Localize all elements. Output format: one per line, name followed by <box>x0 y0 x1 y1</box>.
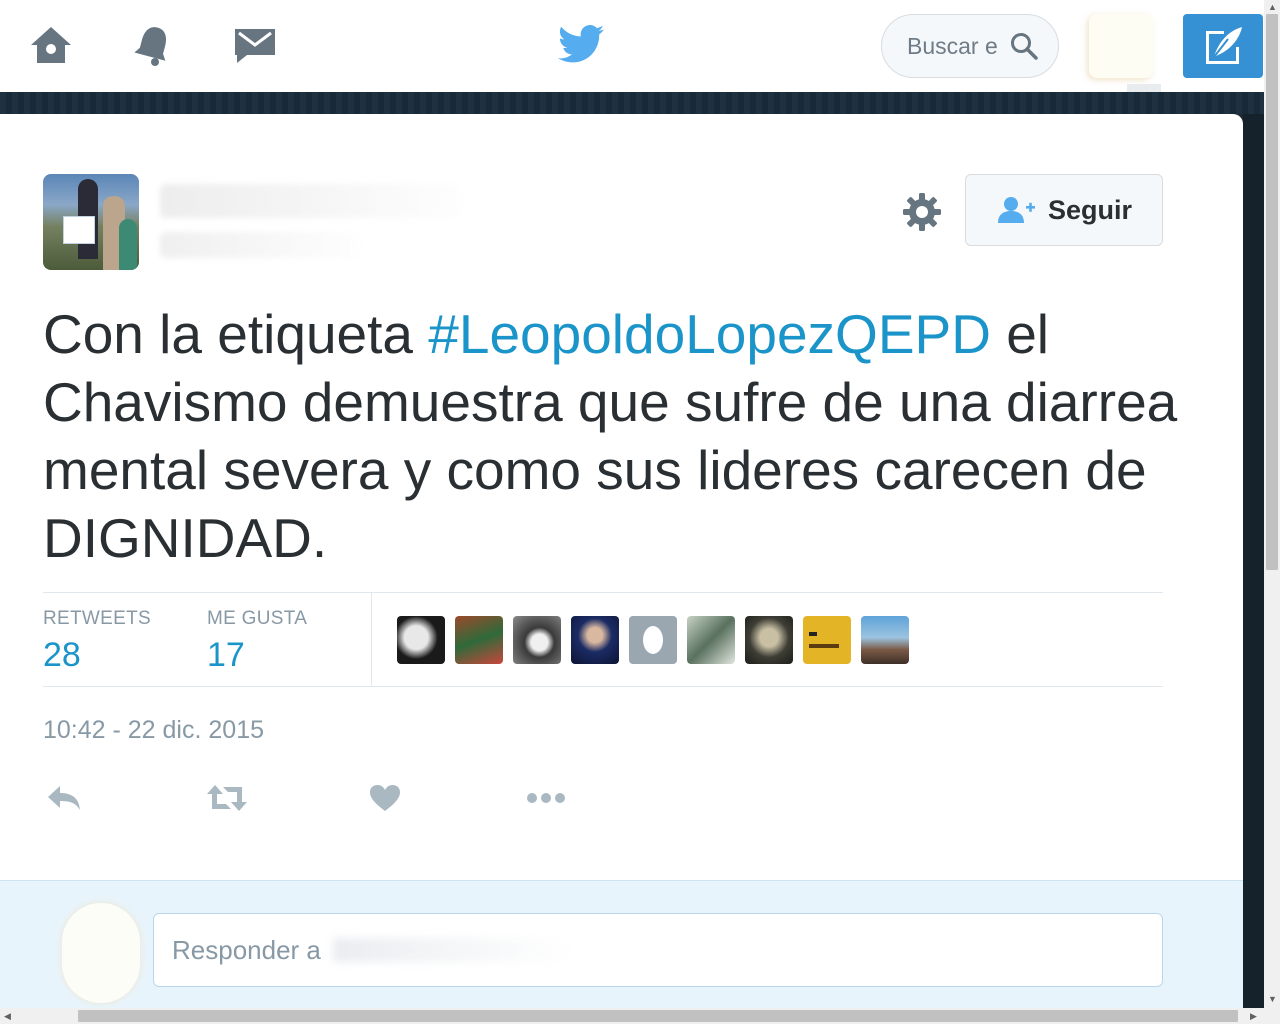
liker-avatar[interactable] <box>861 616 909 664</box>
tweet-card: Seguir Con la etiqueta #LeopoldoLopezQEP… <box>0 114 1243 1008</box>
likes-stat[interactable]: ME GUSTA 17 <box>207 608 307 675</box>
reply-icon[interactable] <box>42 778 86 818</box>
tweet-text: Con la etiqueta #LeopoldoLopezQEPD el Ch… <box>43 300 1183 572</box>
stats-divider-bottom <box>43 686 1163 687</box>
likes-label: ME GUSTA <box>207 608 308 629</box>
search-box[interactable] <box>881 14 1059 78</box>
compose-tweet-button[interactable] <box>1183 14 1263 78</box>
horizontal-scroll-thumb[interactable] <box>78 1010 1238 1022</box>
notifications-icon[interactable] <box>130 22 176 68</box>
reply-input[interactable]: Responder a <box>153 913 1163 987</box>
likes-count: 17 <box>207 636 245 674</box>
author-name-redacted[interactable] <box>160 184 460 218</box>
reply-placeholder: Responder a <box>172 934 321 965</box>
liker-avatar[interactable] <box>803 616 851 664</box>
follow-button-label: Seguir <box>1048 194 1133 225</box>
like-icon[interactable] <box>363 778 407 818</box>
author-handle-redacted[interactable] <box>160 232 360 258</box>
horizontal-scrollbar[interactable]: ◀ ▶ <box>0 1008 1264 1024</box>
retweets-count: 28 <box>43 636 81 674</box>
hashtag-link[interactable]: #LeopoldoLopezQEPD <box>428 303 991 365</box>
twitter-bird-icon[interactable] <box>558 24 604 70</box>
scroll-up-arrow-icon[interactable]: ▲ <box>1268 2 1277 12</box>
liker-avatar[interactable] <box>397 616 445 664</box>
liker-avatar[interactable] <box>745 616 793 664</box>
author-avatar[interactable] <box>43 174 139 270</box>
retweets-stat[interactable]: RETWEETS 28 <box>43 608 151 675</box>
reply-user-avatar <box>62 903 140 1003</box>
search-icon[interactable] <box>1010 32 1038 60</box>
follow-button[interactable]: Seguir <box>965 174 1163 246</box>
stats-divider-vertical <box>371 593 372 686</box>
messages-icon[interactable] <box>232 22 278 68</box>
reply-handle-redacted <box>332 938 573 962</box>
scrollbar-corner <box>1264 1008 1280 1024</box>
top-navigation-bar <box>0 0 1264 106</box>
more-icon[interactable] <box>524 778 568 818</box>
liker-avatar[interactable] <box>571 616 619 664</box>
retweet-icon[interactable] <box>205 778 249 818</box>
search-input[interactable] <box>907 32 1009 60</box>
likers-avatars <box>397 616 909 664</box>
follow-user-icon <box>998 197 1035 223</box>
retweets-label: RETWEETS <box>43 608 151 629</box>
tweet-timestamp[interactable]: 10:42 - 22 dic. 2015 <box>43 716 264 745</box>
scroll-left-arrow-icon[interactable]: ◀ <box>4 1011 11 1022</box>
tweet-text-start: Con la etiqueta <box>43 303 429 365</box>
home-icon[interactable] <box>28 22 74 68</box>
background-rail <box>1243 114 1264 1008</box>
compose-icon <box>1206 27 1242 64</box>
scroll-right-arrow-icon[interactable]: ▶ <box>1250 1011 1257 1022</box>
profile-header-band <box>0 92 1264 114</box>
stats-divider-top <box>43 592 1163 593</box>
liker-avatar[interactable] <box>455 616 503 664</box>
vertical-scroll-thumb[interactable] <box>1266 14 1278 570</box>
scroll-down-arrow-icon[interactable]: ▼ <box>1268 994 1277 1004</box>
reply-section: Responder a <box>0 880 1243 1008</box>
liker-avatar[interactable] <box>687 616 735 664</box>
liker-avatar[interactable] <box>629 616 677 664</box>
vertical-scrollbar[interactable]: ▲ ▼ <box>1264 0 1280 1008</box>
gear-icon[interactable] <box>902 192 942 232</box>
liker-avatar[interactable] <box>513 616 561 664</box>
user-avatar[interactable] <box>1089 14 1161 106</box>
